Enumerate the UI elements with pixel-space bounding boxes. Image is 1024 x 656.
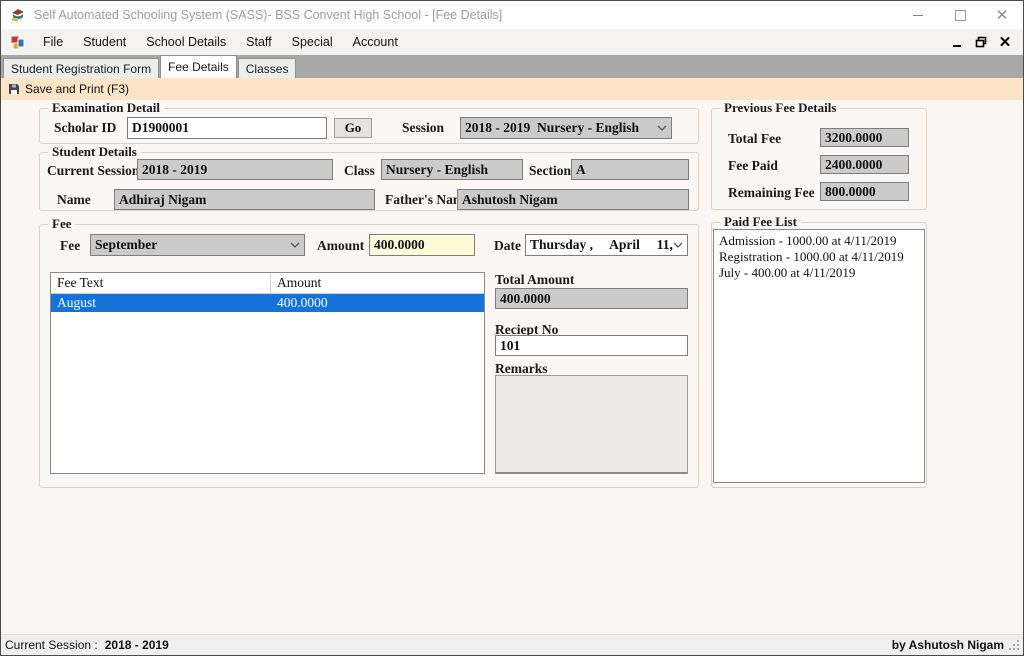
group-title: Fee [48,216,75,232]
session-dropdown-value: 2018 - 2019 Nursery - English [465,120,639,136]
examination-detail-group: Examination Detail Scholar ID D1900001 G… [39,108,699,144]
menu-item-account[interactable]: Account [343,29,408,55]
tab-student-registration-form[interactable]: Student Registration Form [3,58,159,78]
chevron-down-icon [657,125,667,131]
tab-strip: Student Registration Form Fee Details Cl… [1,55,1023,78]
save-and-print-button[interactable]: Save and Print (F3) [25,82,129,96]
name-label: Name [57,189,91,210]
current-session-field: 2018 - 2019 [137,159,333,180]
save-icon [8,83,20,95]
tab-classes[interactable]: Classes [238,58,297,78]
go-button[interactable]: Go [334,118,372,138]
close-button[interactable]: ✕ [981,1,1023,29]
status-author: by Ashutosh Nigam [892,638,1004,652]
section-field: A [571,159,689,180]
application-window: Self Automated Schooling System (SASS)- … [0,0,1024,656]
window-title: Self Automated Schooling System (SASS)- … [34,8,502,22]
fee-text-cell: August [51,294,271,312]
toolbar: Save and Print (F3) [1,78,1023,100]
status-session-value: 2018 - 2019 [105,638,169,652]
form-icon [10,35,25,50]
fee-grid-column-fee-text[interactable]: Fee Text [51,273,271,293]
status-session-label: Current Session : [5,638,98,652]
session-label: Session [402,117,444,138]
mdi-restore-button[interactable] [969,29,993,55]
status-bar: Current Session : 2018 - 2019 by Ashutos… [1,634,1023,655]
chevron-down-icon [290,242,300,248]
menu-item-file[interactable]: File [33,29,73,55]
fee-paid-label: Fee Paid [728,155,778,176]
remaining-fee-label: Remaining Fee [728,182,815,203]
fee-paid-field: 2400.0000 [820,155,909,174]
fee-group: Fee Fee September Amount 400.0000 Date T… [39,224,699,488]
class-label: Class [344,160,375,181]
paid-fee-list-group: Paid Fee List Admission - 1000.00 at 4/1… [711,222,927,488]
fee-dropdown[interactable]: September [90,234,305,256]
previous-fee-details-group: Previous Fee Details Total Fee 3200.0000… [711,108,927,210]
date-picker[interactable]: Thursday , April 11, 20 [525,234,688,256]
mdi-close-button[interactable]: ✕ [993,29,1017,55]
receipt-no-input[interactable]: 101 [495,335,688,356]
minimize-button[interactable] [897,1,939,29]
total-fee-label: Total Fee [728,128,781,149]
remarks-input[interactable] [495,375,688,474]
menu-bar: File Student School Details Staff Specia… [1,29,1023,55]
menu-item-staff[interactable]: Staff [236,29,281,55]
session-dropdown[interactable]: 2018 - 2019 Nursery - English [460,117,672,139]
mdi-window-controls: ✕ [945,29,1023,55]
group-title: Student Details [48,144,141,160]
total-fee-field: 3200.0000 [820,128,909,147]
group-title: Previous Fee Details [720,100,840,116]
amount-cell: 400.0000 [271,294,484,312]
date-picker-value: Thursday , April 11, 20 [530,237,673,253]
list-item[interactable]: Admission - 1000.00 at 4/11/2019 [719,233,919,249]
paid-fee-listbox[interactable]: Admission - 1000.00 at 4/11/2019 Registr… [713,229,925,483]
student-details-group: Student Details Current Session 2018 - 2… [39,152,699,211]
minimize-icon [913,15,923,16]
mdi-minimize-icon [953,45,961,47]
chevron-down-icon [673,242,683,248]
amount-input[interactable]: 400.0000 [369,234,475,256]
group-title: Examination Detail [48,100,164,116]
class-field: Nursery - English [381,159,523,180]
menu-item-special[interactable]: Special [282,29,343,55]
table-row[interactable]: August 400.0000 [51,294,484,312]
current-session-label: Current Session [47,160,139,181]
maximize-icon [955,10,966,21]
tab-fee-details[interactable]: Fee Details [160,55,237,78]
mdi-restore-icon [975,36,987,48]
name-field: Adhiraj Nigam [114,189,375,210]
title-bar: Self Automated Schooling System (SASS)- … [1,1,1023,29]
father-name-field: Ashutosh Nigam [457,189,689,210]
fee-label: Fee [60,235,80,256]
list-item[interactable]: July - 400.00 at 4/11/2019 [719,265,919,281]
date-label: Date [494,235,521,256]
fee-grid[interactable]: Fee Text Amount August 400.0000 [50,272,485,474]
list-item[interactable]: Registration - 1000.00 at 4/11/2019 [719,249,919,265]
close-icon: ✕ [996,8,1009,23]
total-amount-label: Total Amount [495,269,574,290]
menu-item-student[interactable]: Student [73,29,136,55]
scholar-id-label: Scholar ID [54,117,116,138]
fee-dropdown-value: September [95,237,157,253]
fee-grid-header: Fee Text Amount [51,273,484,294]
scholar-id-input[interactable]: D1900001 [127,117,327,139]
maximize-button[interactable] [939,1,981,29]
app-icon [10,7,26,23]
fee-grid-column-amount[interactable]: Amount [271,273,484,293]
group-title: Paid Fee List [720,214,801,230]
menu-item-school-details[interactable]: School Details [136,29,236,55]
section-label: Section [529,160,571,181]
resize-grip-icon[interactable] [1009,640,1019,650]
mdi-minimize-button[interactable] [945,29,969,55]
amount-label: Amount [317,235,364,256]
window-controls: ✕ [897,1,1023,29]
total-amount-field: 400.0000 [495,288,688,309]
remaining-fee-field: 800.0000 [820,182,909,201]
mdi-close-icon: ✕ [999,33,1012,51]
